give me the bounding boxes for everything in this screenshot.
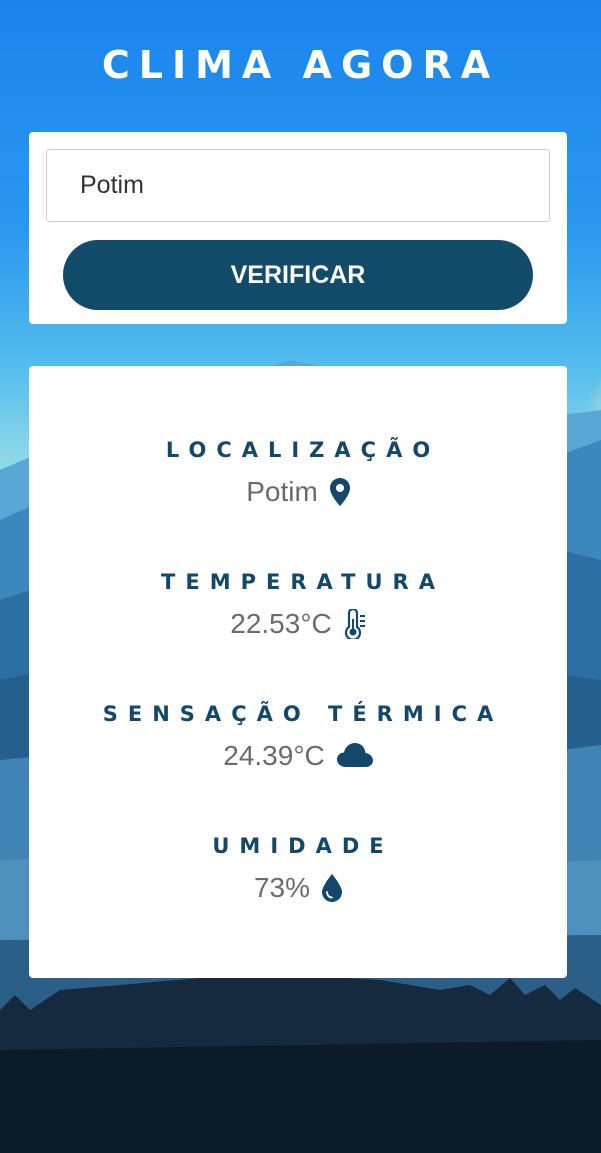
humidity-value: 73%	[253, 872, 311, 903]
search-card: VERIFICAR	[29, 132, 567, 324]
cloud-icon	[336, 743, 373, 769]
location-label: LOCALIZAÇÃO	[165, 438, 441, 462]
humidity-label: UMIDADE	[212, 834, 394, 858]
temperature-section: TEMPERATURA 22.53°C	[29, 568, 567, 642]
water-drop-icon	[322, 874, 343, 902]
location-value: Potim	[246, 476, 318, 507]
feels-like-value: 24.39°C	[223, 740, 325, 771]
app-title: CLIMA AGORA	[101, 43, 500, 87]
map-pin-icon	[329, 478, 350, 506]
thermometer-icon	[344, 609, 366, 639]
verify-button[interactable]: VERIFICAR	[63, 240, 533, 310]
weather-result-card: LOCALIZAÇÃO Potim TEMPERATURA 22.53°C SE…	[29, 366, 567, 978]
humidity-section: UMIDADE 73%	[29, 832, 567, 906]
feels-like-section: SENSAÇÃO TÉRMICA 24.39°C	[29, 700, 567, 774]
feels-like-label: SENSAÇÃO TÉRMICA	[102, 702, 504, 726]
temperature-value: 22.53°C	[230, 608, 332, 639]
location-section: LOCALIZAÇÃO Potim	[29, 436, 567, 510]
city-input[interactable]	[46, 149, 550, 222]
temperature-label: TEMPERATURA	[161, 570, 445, 594]
